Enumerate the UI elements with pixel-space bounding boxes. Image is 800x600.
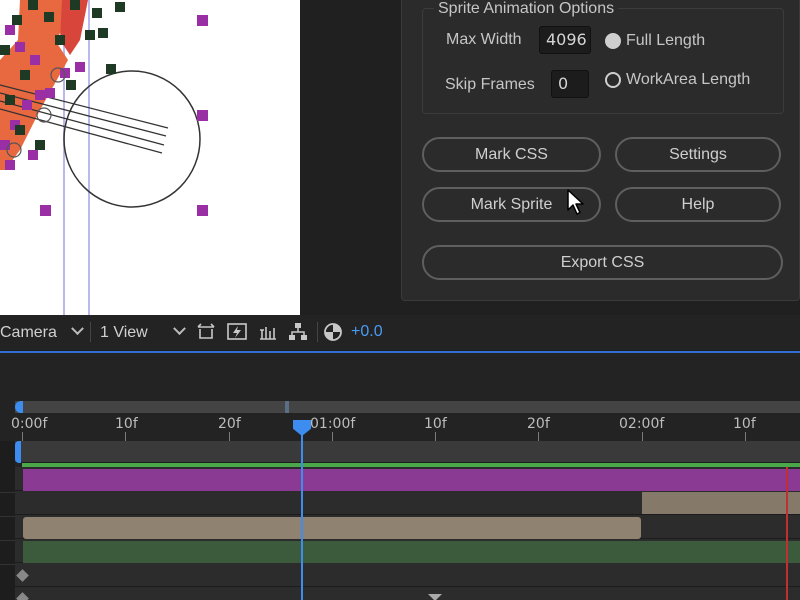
layer-row[interactable] [15,539,800,563]
comp-duration-row [15,441,800,463]
ruler-tick [745,432,746,441]
view-layout-value: 1 View [100,324,148,341]
ruler-label: 10f [733,416,756,432]
workarea-length-radio[interactable]: WorkArea Length [605,71,750,89]
row-divider [0,516,15,517]
ruler-label: 02:00f [619,416,665,432]
mark-css-button[interactable]: Mark CSS [422,137,601,172]
work-area-marker [285,401,289,413]
flowchart-icon[interactable] [287,321,309,343]
fast-previews-icon[interactable] [226,321,248,343]
ruler-label: 01:00f [310,416,356,432]
ruler-label: 10f [115,416,138,432]
radio-unselected-icon [605,72,621,88]
composition-viewer[interactable] [0,0,300,315]
settings-button[interactable]: Settings [615,137,781,172]
ruler-label: 20f [527,416,550,432]
camera-select-value: Camera [0,324,57,341]
toolbar-divider [90,322,91,342]
layer-switches-column [0,441,15,600]
max-width-label: Max Width [446,31,522,48]
ruler-tick [642,432,643,441]
chevron-down-icon [71,322,84,336]
skip-frames-label: Skip Frames [445,76,535,93]
viewer-toolbar: Camera 1 View +0.0 [0,315,800,350]
comp-end-marker [786,467,788,600]
mouse-cursor-icon [567,189,584,215]
chevron-down-icon [173,322,186,336]
layer-row[interactable] [15,467,800,491]
toolbar-divider [317,322,318,342]
layer-duration-bar[interactable] [642,492,800,514]
row-divider [0,540,15,541]
layer-row[interactable] [15,491,800,515]
marker-icon[interactable] [428,594,442,600]
layer-row[interactable] [15,563,800,587]
ruler-label: 20f [218,416,241,432]
work-area-bar[interactable] [15,401,800,413]
row-divider [0,564,15,565]
work-area-start-handle[interactable] [15,401,23,413]
ruler-tick [435,432,436,441]
timeline-icon[interactable] [257,321,279,343]
export-css-button[interactable]: Export CSS [422,245,783,280]
layer-duration-bar[interactable] [23,541,800,563]
exposure-value[interactable]: +0.0 [351,323,383,341]
layer-row[interactable] [15,515,800,539]
options-group-title: Sprite Animation Options [434,0,619,18]
camera-select[interactable]: Camera [0,321,84,345]
layer-row[interactable] [15,587,800,600]
ruler-label: 10f [424,416,447,432]
comp-start-handle[interactable] [15,441,21,463]
ruler-label: 0:00f [11,416,48,432]
full-length-label: Full Length [626,32,706,49]
ruler-tick [125,432,126,441]
help-button[interactable]: Help [615,187,781,222]
max-width-input[interactable]: 4096 [539,26,591,54]
toggle-pixel-aspect-icon[interactable] [195,321,217,343]
ruler-tick [22,432,23,441]
sprite-options-group [422,8,784,114]
skip-frames-input[interactable]: 0 [551,70,589,98]
view-layout-select[interactable]: 1 View [100,321,186,345]
layer-duration-bar[interactable] [23,469,800,491]
reset-exposure-icon[interactable] [322,321,344,343]
ruler-tick [538,432,539,441]
ruler-tick [229,432,230,441]
radio-selected-icon [605,33,621,49]
layer-duration-bar[interactable] [23,517,641,539]
composition-artwork [0,0,208,315]
full-length-radio[interactable]: Full Length [605,32,705,50]
playhead-line [301,430,303,600]
row-divider [0,492,15,493]
workarea-length-label: WorkArea Length [626,71,751,88]
ruler-tick [332,432,333,441]
